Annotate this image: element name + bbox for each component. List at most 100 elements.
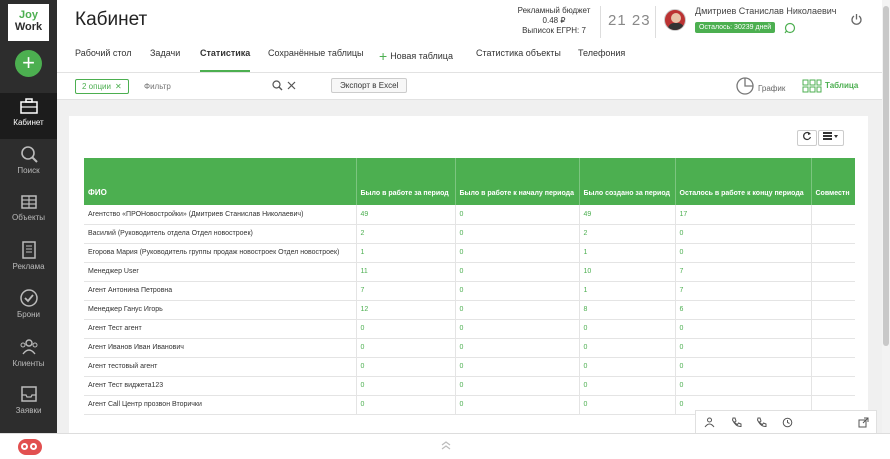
table-row[interactable]: Менеджер Ганус Игорь 12 0 8 6 <box>84 300 855 320</box>
cell-value: 0 <box>455 205 580 225</box>
cell-value: 49 <box>356 205 456 225</box>
briefcase-icon <box>19 98 38 114</box>
table-row[interactable]: Василий (Руководитель отдела Отдел новос… <box>84 224 855 244</box>
cell-value: 0 <box>455 224 580 244</box>
tab-statistics[interactable]: Статистика <box>200 48 251 72</box>
cell-fio: Агент Антонина Петровна <box>84 281 357 301</box>
filter-bar: 2 опции ✕ Экспорт в Excel График Таблица <box>57 73 882 100</box>
table-row[interactable]: Агентство «ПРОНовостройки» (Дмитриев Ста… <box>84 205 855 225</box>
tab-saved-tables[interactable]: Сохранённые таблицы <box>268 48 363 72</box>
record-button[interactable] <box>18 439 42 455</box>
tab-tasks[interactable]: Задачи <box>150 48 180 72</box>
tab-desktop[interactable]: Рабочий стол <box>75 48 132 72</box>
bottom-bar <box>0 433 890 459</box>
view-chart-label: График <box>758 84 786 93</box>
cell-empty <box>811 300 855 320</box>
chat-icon[interactable] <box>784 22 796 34</box>
divider <box>655 6 656 38</box>
cell-empty <box>811 205 855 225</box>
view-table-button[interactable]: Таблица <box>802 79 858 95</box>
budget-label: Рекламный бюджет <box>517 6 591 15</box>
user-name[interactable]: Дмитриев Станислав Николаевич <box>695 6 836 16</box>
users-icon <box>20 339 37 355</box>
column-header[interactable]: Было в работе за период <box>356 158 456 205</box>
options-chip[interactable]: 2 опции ✕ <box>75 79 129 94</box>
cell-value: 0 <box>356 395 456 415</box>
column-header[interactable]: Совместн <box>811 158 855 205</box>
ad-budget[interactable]: Рекламный бюджет 0.48 ₽ Выписок ЕГРН: 7 <box>513 6 595 36</box>
power-icon[interactable] <box>850 13 863 26</box>
cell-value: 0 <box>675 357 812 377</box>
cell-value: 11 <box>356 262 456 282</box>
statistics-table-wrapper[interactable]: ФИО Было в работе за период Было в работе … <box>84 158 855 418</box>
column-header[interactable]: Было создано за период <box>579 158 676 205</box>
sidebar-item-requests[interactable]: Заявки <box>0 381 57 427</box>
phone-forward-icon[interactable] <box>756 417 767 428</box>
table-row[interactable]: Агент Антонина Петровна 7 0 1 7 <box>84 281 855 301</box>
cell-empty <box>811 262 855 282</box>
budget-value: 0.48 ₽ <box>542 16 566 25</box>
table-row[interactable]: Егорова Мария (Руководитель группы прода… <box>84 243 855 263</box>
sidebar-item-clients[interactable]: Клиенты <box>0 334 57 380</box>
table-row[interactable]: Агент Тест агент 0 0 0 0 <box>84 319 855 339</box>
cell-empty <box>811 357 855 377</box>
cell-value: 0 <box>675 376 812 396</box>
sidebar-item-label: Заявки <box>15 406 42 415</box>
header: Кабинет Рекламный бюджет 0.48 ₽ Выписок … <box>57 0 882 73</box>
sidebar-item-label: Объекты <box>12 213 45 222</box>
building-icon <box>20 195 37 209</box>
view-chart-button[interactable]: График <box>735 76 785 98</box>
cell-value: 8 <box>579 300 676 320</box>
check-circle-icon <box>19 289 38 307</box>
sidebar-item-bookings[interactable]: Брони <box>0 285 57 331</box>
cell-value: 0 <box>579 319 676 339</box>
sidebar-item-label: Брони <box>16 310 41 319</box>
tab-telephony[interactable]: Телефония <box>578 48 625 72</box>
cell-value: 6 <box>675 300 812 320</box>
clock: 21 23 <box>608 12 651 29</box>
cell-value: 0 <box>675 224 812 244</box>
column-header[interactable]: Осталось в работе к концу периода <box>675 158 812 205</box>
cell-value: 0 <box>455 357 580 377</box>
columns-menu-button[interactable] <box>818 130 844 146</box>
user-agent-icon[interactable] <box>704 417 715 428</box>
cell-empty <box>811 224 855 244</box>
avatar[interactable] <box>664 9 686 31</box>
search-icon <box>20 146 38 163</box>
expand-icon[interactable] <box>858 417 869 428</box>
cell-empty <box>811 243 855 263</box>
search-icon[interactable] <box>272 80 283 91</box>
table-row[interactable]: Агент тестовый агент 0 0 0 0 <box>84 357 855 377</box>
phone-icon[interactable] <box>731 417 742 428</box>
chevron-up-icon[interactable] <box>440 440 452 450</box>
table-row[interactable]: Менеджер User 11 0 10 7 <box>84 262 855 282</box>
sidebar-item-cabinet[interactable]: Кабинет <box>0 93 57 139</box>
export-excel-button[interactable]: Экспорт в Excel <box>331 78 408 93</box>
cell-value: 1 <box>579 243 676 263</box>
cell-value: 1 <box>356 243 456 263</box>
sidebar-item-search[interactable]: Поиск <box>0 141 57 187</box>
column-header[interactable]: Было в работе к началу периода <box>455 158 580 205</box>
view-table-label: Таблица <box>825 81 859 90</box>
sidebar-item-objects[interactable]: Объекты <box>0 188 57 234</box>
cell-value: 0 <box>455 300 580 320</box>
column-header-fio[interactable]: ФИО <box>84 158 357 205</box>
cell-fio: Агентство «ПРОНовостройки» (Дмитриев Ста… <box>84 205 357 225</box>
pie-chart-icon <box>736 77 754 95</box>
scrollbar-thumb[interactable] <box>883 6 889 346</box>
clock-icon[interactable] <box>782 417 793 428</box>
tab-statistics-objects[interactable]: Статистика объекты <box>476 48 561 72</box>
add-button[interactable]: + <box>15 50 42 77</box>
table-row[interactable]: Агент Иванов Иван Иванович 0 0 0 0 <box>84 338 855 358</box>
table-row[interactable]: Агент Тест виджета123 0 0 0 0 <box>84 376 855 396</box>
cell-empty <box>811 319 855 339</box>
cell-value: 17 <box>675 205 812 225</box>
tab-new-table[interactable]: + Новая таблица <box>379 48 453 72</box>
clear-icon[interactable] <box>287 81 296 90</box>
close-icon[interactable]: ✕ <box>115 82 122 91</box>
refresh-button[interactable] <box>797 130 817 146</box>
joywork-logo[interactable]: Joy Work <box>8 4 49 41</box>
sidebar-item-ads[interactable]: Реклама <box>0 237 57 283</box>
plus-icon: + <box>379 48 388 64</box>
cell-value: 1 <box>579 281 676 301</box>
